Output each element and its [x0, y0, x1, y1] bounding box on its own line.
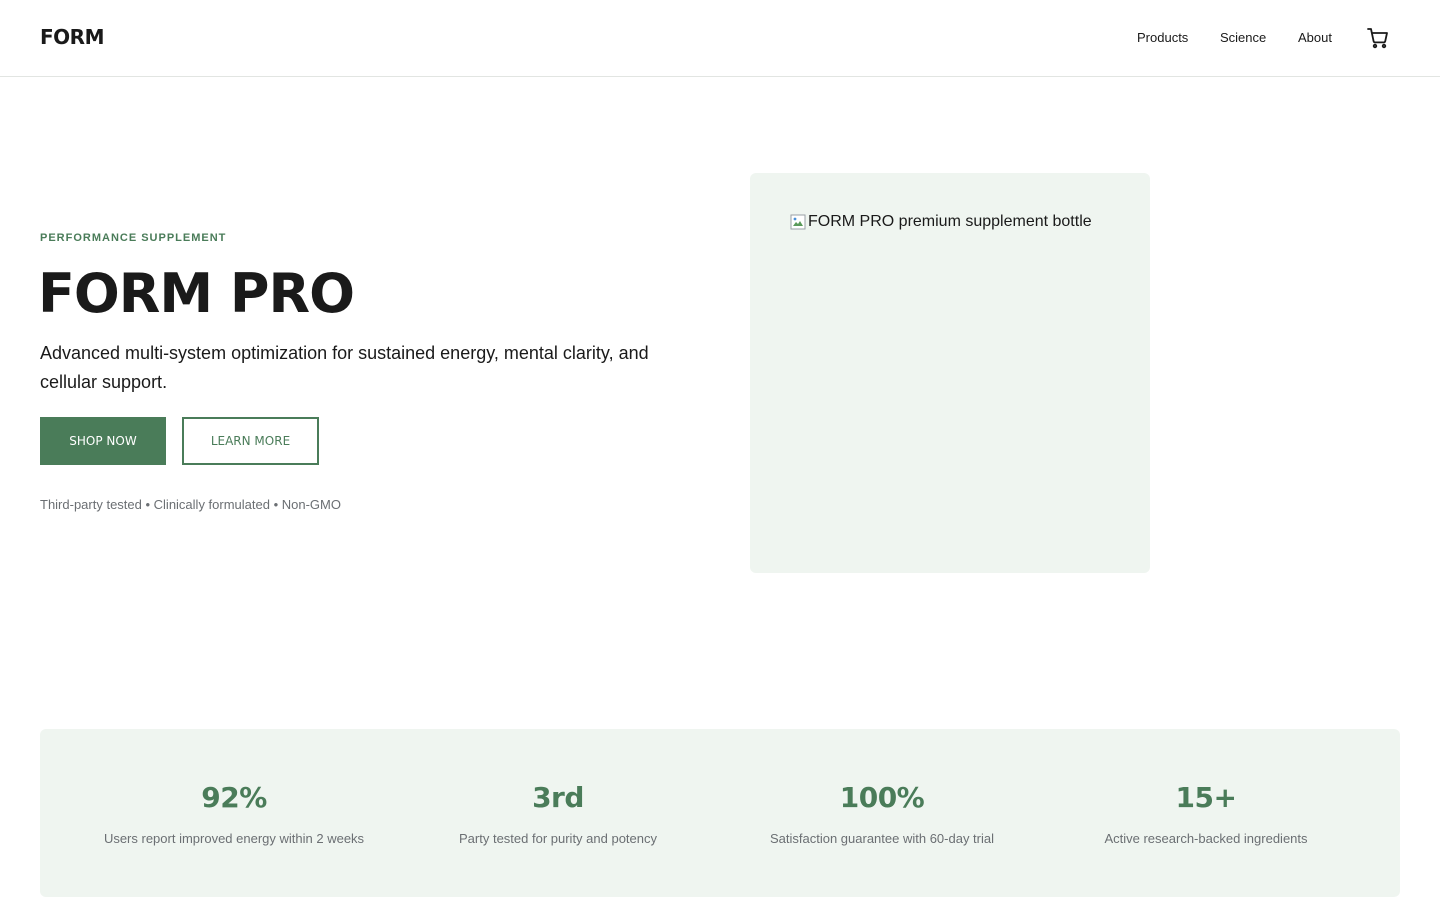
stat-value: 3rd — [532, 781, 584, 814]
stat-label: Party tested for purity and potency — [459, 831, 657, 846]
stat-value: 92% — [201, 781, 267, 814]
cart-icon[interactable] — [1366, 26, 1390, 50]
stat-value: 15+ — [1175, 781, 1237, 814]
product-image: FORM PRO premium supplement bottle — [790, 213, 1092, 231]
trust-line: Third-party tested • Clinically formulat… — [40, 497, 341, 512]
stat-item: 92% Users report improved energy within … — [72, 781, 396, 846]
nav-about[interactable]: About — [1298, 30, 1332, 45]
broken-image-icon — [790, 214, 806, 230]
stat-label: Satisfaction guarantee with 60-day trial — [769, 831, 994, 846]
learn-more-button[interactable]: LEARN MORE — [182, 417, 319, 465]
logo[interactable]: FORM — [40, 25, 104, 49]
stat-value: 100% — [839, 781, 925, 814]
stat-item: 3rd Party tested for purity and potency — [396, 781, 720, 846]
shop-now-button[interactable]: SHOP NOW — [40, 417, 166, 465]
hero-subtitle: Advanced multi-system optimization for s… — [40, 343, 649, 392]
stat-label: Users report improved energy within 2 we… — [103, 831, 365, 846]
stat-item: 15+ Active research-backed ingredients — [1044, 781, 1368, 846]
hero-title: FORM PRO — [38, 262, 355, 325]
site-header: FORM Products Science About — [0, 0, 1440, 77]
product-image-alt: FORM PRO premium supplement bottle — [808, 213, 1092, 230]
stat-item: 100% Satisfaction guarantee with 60-day … — [720, 781, 1044, 846]
nav-science[interactable]: Science — [1220, 30, 1266, 45]
hero-eyebrow: PERFORMANCE SUPPLEMENT — [40, 232, 227, 244]
stats-panel: 92% Users report improved energy within … — [40, 729, 1400, 897]
stat-label: Active research-backed ingredients — [1104, 831, 1308, 846]
nav-products[interactable]: Products — [1137, 30, 1188, 45]
product-image-card: FORM PRO premium supplement bottle — [750, 173, 1150, 573]
